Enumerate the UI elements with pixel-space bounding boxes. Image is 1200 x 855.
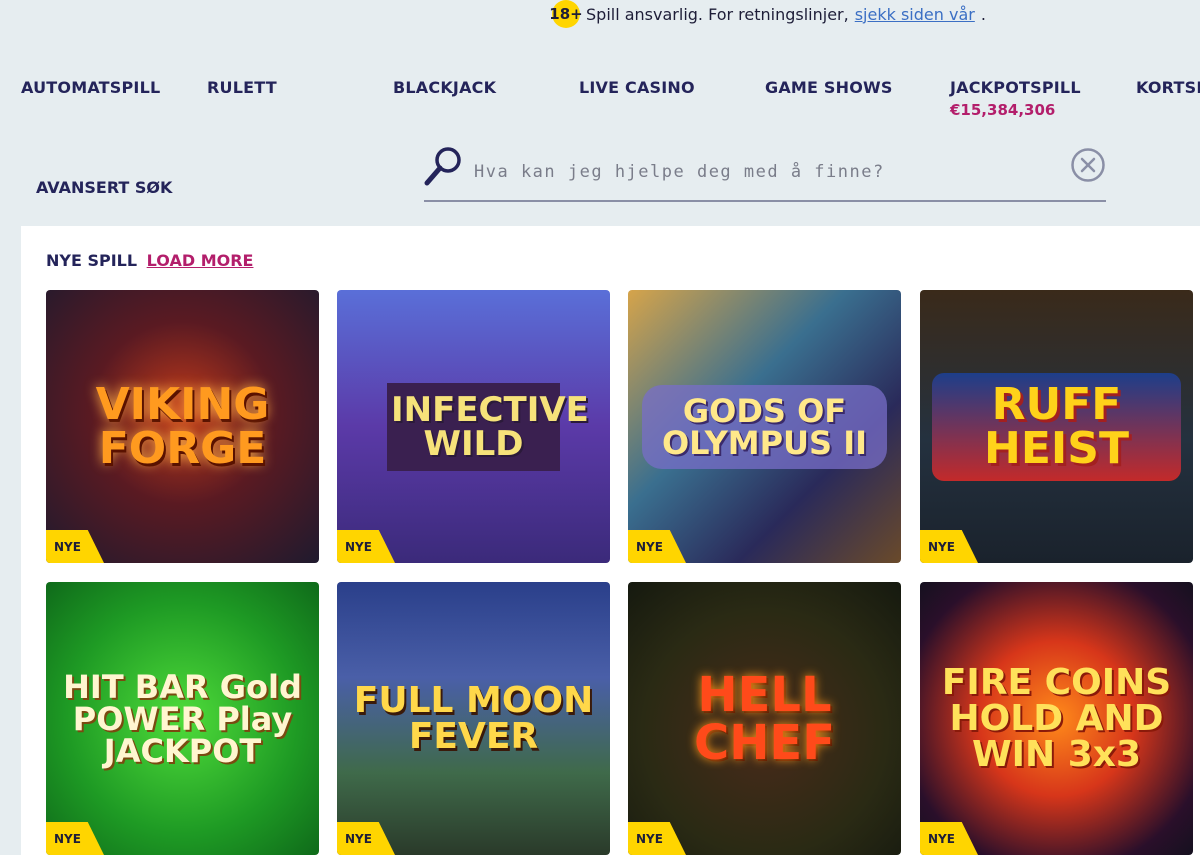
game-tile-gods-of-olympus[interactable]: GODS OF OLYMPUS II NYE <box>628 290 901 563</box>
game-tile-full-moon-fever[interactable]: FULL MOON FEVER NYE <box>337 582 610 855</box>
new-badge: NYE <box>46 530 104 563</box>
section-title: NYE SPILL <box>46 251 138 270</box>
clear-search-icon[interactable] <box>1070 147 1106 187</box>
game-tile-fire-coins[interactable]: FIRE COINS HOLD AND WIN 3x3 NYE <box>920 582 1193 855</box>
section-header: NYE SPILL LOAD MORE <box>46 251 253 270</box>
game-title: VIKING FORGE <box>95 378 270 474</box>
game-title: FULL MOON FEVER <box>353 679 594 757</box>
nav-item-rulett[interactable]: RULETT <box>207 78 277 97</box>
notice-text: Spill ansvarlig. For retningslinjer, <box>586 4 849 24</box>
game-tile-ruff-heist[interactable]: RUFF HEIST NYE <box>920 290 1193 563</box>
new-badge: NYE <box>46 822 104 855</box>
advanced-search-link[interactable]: AVANSERT SØK <box>36 178 172 197</box>
game-tile-hell-chef[interactable]: HELL CHEF NYE <box>628 582 901 855</box>
game-tile-hit-bar-gold[interactable]: HIT BAR Gold POWER Play JACKPOT NYE <box>46 582 319 855</box>
new-badge: NYE <box>337 822 395 855</box>
new-badge: NYE <box>920 822 978 855</box>
nav-item-live-casino[interactable]: LIVE CASINO <box>579 78 695 97</box>
new-badge: NYE <box>628 822 686 855</box>
new-games-panel: NYE SPILL LOAD MORE VIKING FORGE NYE INF… <box>21 226 1200 855</box>
game-title: INFECTIVE WILD <box>387 382 589 471</box>
game-title: HELL CHEF <box>694 666 835 771</box>
game-title: HIT BAR Gold POWER Play JACKPOT <box>63 667 302 770</box>
game-title: RUFF HEIST <box>932 372 1181 481</box>
nav-item-game-shows[interactable]: GAME SHOWS <box>765 78 893 97</box>
search-bar <box>424 142 1106 202</box>
game-title: FIRE COINS HOLD AND WIN 3x3 <box>941 661 1172 775</box>
search-input[interactable] <box>472 157 1056 187</box>
game-tile-infective-wild[interactable]: INFECTIVE WILD NYE <box>337 290 610 563</box>
notice-period: . <box>980 4 986 24</box>
new-badge: NYE <box>628 530 686 563</box>
guidelines-link[interactable]: sjekk siden vår <box>855 5 975 24</box>
nav-item-kortspill[interactable]: KORTSP <box>1136 78 1200 97</box>
game-tile-viking-forge[interactable]: VIKING FORGE NYE <box>46 290 319 563</box>
age-18-badge: 18+ <box>549 0 583 28</box>
new-badge: NYE <box>920 530 978 563</box>
search-icon[interactable] <box>424 146 462 192</box>
responsible-gaming-notice: 18+ Spill ansvarlig. For retningslinjer,… <box>549 0 986 28</box>
new-badge: NYE <box>337 530 395 563</box>
nav-item-automatspill[interactable]: AUTOMATSPILL <box>21 78 160 97</box>
game-title: GODS OF OLYMPUS II <box>642 384 887 469</box>
jackpot-amount: €15,384,306 <box>950 101 1056 119</box>
nav-item-blackjack[interactable]: BLACKJACK <box>393 78 496 97</box>
load-more-link[interactable]: LOAD MORE <box>147 251 254 270</box>
nav-item-jackpotspill[interactable]: JACKPOTSPILL <box>950 78 1081 97</box>
